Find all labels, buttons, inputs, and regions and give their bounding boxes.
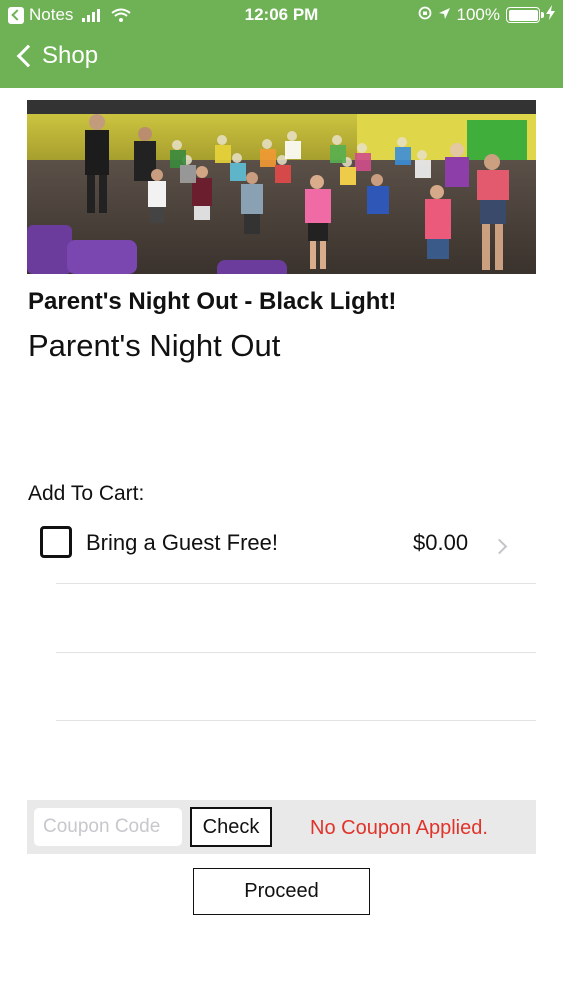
row-divider (56, 652, 536, 653)
coupon-status: No Coupon Applied. (310, 817, 488, 839)
cart-item-price: $0.00 (413, 530, 469, 555)
cart-item-label: Bring a Guest Free! (86, 530, 278, 555)
battery-percent: 100% (456, 5, 500, 24)
location-icon (438, 5, 451, 25)
battery-icon (506, 7, 544, 23)
orientation-lock-icon (418, 5, 432, 25)
status-bar: Notes 12:06 PM 100% (0, 0, 563, 30)
navigation-bar: Shop (0, 30, 563, 88)
check-coupon-button[interactable]: Check (190, 807, 272, 847)
back-button-label: Shop (42, 42, 99, 69)
proceed-button[interactable]: Proceed (193, 868, 370, 915)
product-image (27, 100, 536, 274)
chevron-right-icon (491, 538, 508, 555)
cart-item-checkbox[interactable] (40, 526, 72, 558)
product-subtitle: Parent's Night Out (28, 328, 281, 363)
row-divider (56, 583, 536, 584)
row-divider (56, 720, 536, 721)
charging-icon (546, 5, 555, 25)
coupon-code-input[interactable] (34, 808, 182, 846)
chevron-left-icon (16, 44, 40, 68)
product-title: Parent's Night Out - Black Light! (28, 288, 397, 315)
cart-item-row[interactable]: Bring a Guest Free! $0.00 (0, 520, 563, 568)
back-button[interactable]: Shop (14, 42, 98, 70)
add-to-cart-heading: Add To Cart: (28, 482, 145, 505)
status-right: 100% (418, 5, 555, 25)
coupon-bar: Check No Coupon Applied. (27, 800, 536, 854)
top-bar: Notes 12:06 PM 100% Shop (0, 0, 563, 88)
